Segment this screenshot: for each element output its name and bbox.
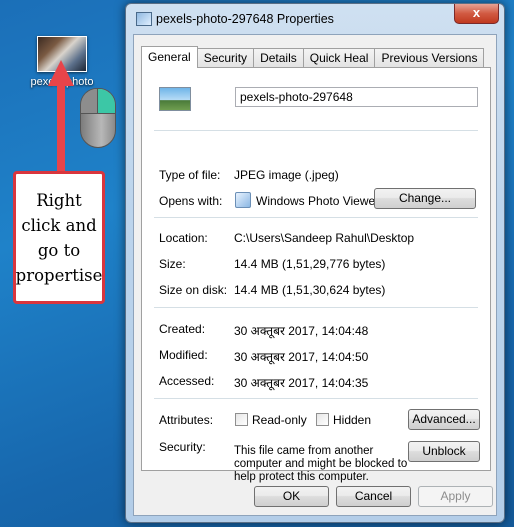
divider xyxy=(154,398,478,399)
divider xyxy=(154,130,478,131)
read-only-checkbox[interactable] xyxy=(235,413,248,426)
general-panel: Type of file: JPEG image (.jpeg) Opens w… xyxy=(141,67,491,483)
type-of-file-label: Type of file: xyxy=(159,168,221,182)
mouse-right-button-icon xyxy=(98,89,115,114)
mouse-icon xyxy=(80,88,116,148)
divider xyxy=(154,307,478,308)
window-title: pexels-photo-297648 Properties xyxy=(156,12,334,26)
modified-value: 30 अक्तूबर 2017, 14:04:50 xyxy=(234,350,369,364)
attributes-label: Attributes: xyxy=(159,413,214,427)
file-name-field[interactable] xyxy=(235,87,478,107)
size-label: Size: xyxy=(159,257,186,271)
photo-viewer-icon xyxy=(235,192,251,208)
location-label: Location: xyxy=(159,231,208,245)
image-file-icon xyxy=(136,12,152,26)
ok-button[interactable]: OK xyxy=(254,486,329,507)
opens-with-label: Opens with: xyxy=(159,194,223,208)
created-value: 30 अक्तूबर 2017, 14:04:48 xyxy=(234,324,369,338)
mouse-left-button-icon xyxy=(81,89,98,114)
location-value: C:\Users\Sandeep Rahul\Desktop xyxy=(234,231,415,245)
accessed-value: 30 अक्तूबर 2017, 14:04:35 xyxy=(234,376,369,390)
tab-strip: General Security Details Quick Heal Prev… xyxy=(141,46,485,68)
accessed-label: Accessed: xyxy=(159,374,215,388)
hidden-checkbox[interactable] xyxy=(316,413,329,426)
tab-previous-versions[interactable]: Previous Versions xyxy=(374,48,485,68)
annotation-text: Right click and go to propertise xyxy=(15,190,103,285)
file-type-icon xyxy=(159,87,191,111)
hidden-label[interactable]: Hidden xyxy=(333,413,371,427)
tab-general[interactable]: General xyxy=(141,46,198,68)
created-label: Created: xyxy=(159,322,206,336)
security-label: Security: xyxy=(159,440,206,454)
close-button[interactable]: x xyxy=(454,4,499,24)
unblock-button[interactable]: Unblock xyxy=(408,441,480,462)
opens-with-value: Windows Photo Viewer xyxy=(256,194,380,208)
modified-label: Modified: xyxy=(159,348,208,362)
size-value: 14.4 MB (1,51,29,776 bytes) xyxy=(234,257,386,271)
size-on-disk-label: Size on disk: xyxy=(159,283,228,297)
size-on-disk-value: 14.4 MB (1,51,30,624 bytes) xyxy=(234,283,386,297)
type-of-file-value: JPEG image (.jpeg) xyxy=(234,168,339,182)
security-warning-text: This file came from another computer and… xyxy=(234,445,408,483)
change-button[interactable]: Change... xyxy=(374,188,476,209)
divider xyxy=(154,217,478,218)
read-only-label[interactable]: Read-only xyxy=(252,413,307,427)
advanced-button[interactable]: Advanced... xyxy=(408,409,480,430)
annotation-box: Right click and go to propertise xyxy=(13,171,105,304)
red-arrow-shaft xyxy=(57,84,65,172)
dialog-client: General Security Details Quick Heal Prev… xyxy=(133,34,497,516)
red-arrow-head-icon xyxy=(48,60,74,86)
properties-dialog: pexels-photo-297648 Properties x General… xyxy=(125,3,505,523)
tab-security[interactable]: Security xyxy=(196,48,255,68)
title-bar[interactable]: pexels-photo-297648 Properties x xyxy=(126,4,504,34)
cancel-button[interactable]: Cancel xyxy=(336,486,411,507)
tab-details[interactable]: Details xyxy=(253,48,304,68)
tab-quick-heal[interactable]: Quick Heal xyxy=(302,48,376,68)
apply-button[interactable]: Apply xyxy=(418,486,493,507)
